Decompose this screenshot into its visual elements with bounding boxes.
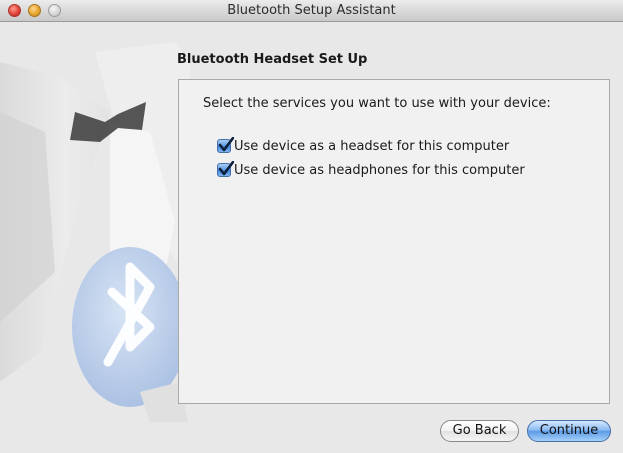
headset-option[interactable]: Use device as a headset for this compute… [217, 137, 510, 154]
checkmark-icon [218, 161, 234, 176]
checkmark-icon [218, 137, 234, 152]
services-panel: Select the services you want to use with… [178, 79, 610, 404]
headphones-option[interactable]: Use device as headphones for this comput… [217, 161, 525, 178]
services-prompt: Select the services you want to use with… [203, 96, 551, 111]
tuxedo-bluetooth-illustration [0, 22, 190, 422]
title-bar[interactable]: Bluetooth Setup Assistant [0, 0, 623, 22]
headset-option-label: Use device as a headset for this compute… [234, 138, 510, 154]
headphones-checkbox[interactable] [217, 161, 234, 177]
window-title: Bluetooth Setup Assistant [227, 3, 396, 18]
go-back-button[interactable]: Go Back [440, 420, 519, 442]
headphones-option-label: Use device as headphones for this comput… [234, 162, 525, 178]
step-title: Bluetooth Headset Set Up [177, 52, 368, 67]
bluetooth-setup-window: Bluetooth Setup Assistant Bluetooth Head… [0, 0, 623, 453]
headset-checkbox[interactable] [217, 137, 234, 153]
continue-button[interactable]: Continue [527, 420, 611, 442]
